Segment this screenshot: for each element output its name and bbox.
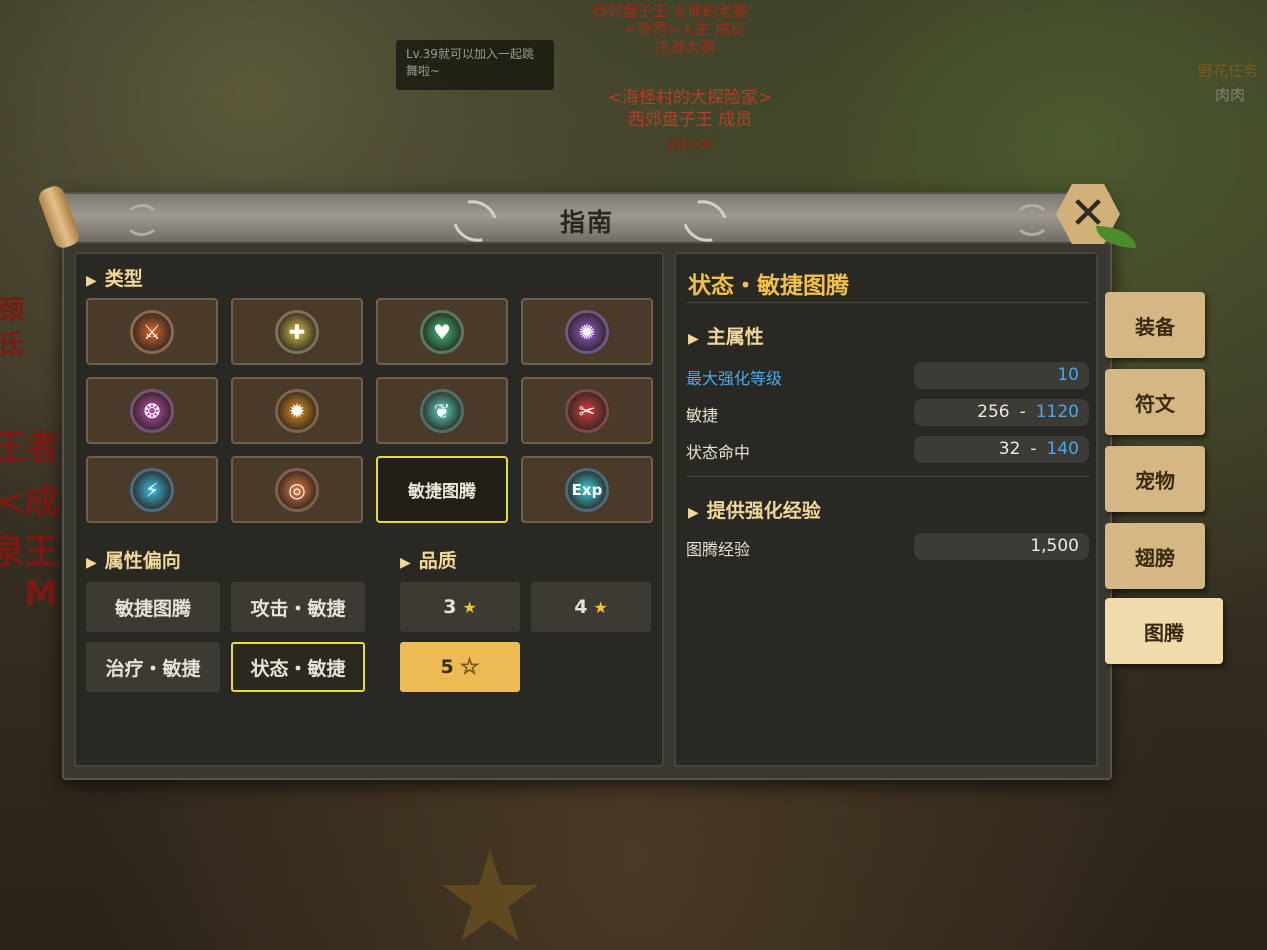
stat-label: 状态命中 [686,443,751,462]
stat-separator: - [1019,402,1026,422]
quality-button[interactable]: 5 ☆ [400,642,520,692]
stat-max: 1120 [1035,402,1079,422]
divider [686,302,1090,303]
attr-button[interactable]: 敏捷图腾 [86,582,220,632]
main-attr-header: ▶ 主属性 [688,326,764,348]
type-cell[interactable]: ✚ [231,298,363,365]
side-tab[interactable]: 装备 [1105,292,1205,358]
type-cell[interactable]: ❂ [86,377,218,444]
quality-number: 5 [440,656,454,678]
bg-left-bit-5: 泉王 [0,532,58,572]
stat-value: 10 [914,362,1089,389]
window-title: 指南 [559,208,614,237]
attr-button[interactable]: 攻击・敏捷 [231,582,365,632]
title-bar: 指南 [36,183,1110,251]
attr-button[interactable]: 状态・敏捷 [231,642,365,692]
type-cell[interactable]: ✺ [521,298,653,365]
crossed-blade-icon: ✂ [565,389,609,433]
bg-left-bit-3: 王者 [0,428,60,468]
bg-left-bit-6: M [24,574,58,614]
spiral-gem-icon: ✺ [565,310,609,354]
bg-guild-line-1: 西郊盘子王·太郎的老婆 [592,2,748,20]
bg-left-bit-1: 颈 [0,296,25,326]
burst-icon: ✹ [275,389,319,433]
exp-header: ▶ 提供强化经验 [688,500,821,522]
feather-icon: ❦ [420,389,464,433]
sword-icon: ⚔ [130,310,174,354]
starfish-decoration [442,850,538,941]
stat-max: 10 [1057,365,1079,385]
stat-max: 140 [1046,439,1079,459]
bg-guild2-line-1: <海怪村的大探险家> [607,88,773,108]
detail-title: 状态・敏捷图腾 [688,273,849,299]
stat-value: 32-140 [914,436,1089,463]
target-icon: ◎ [275,468,319,512]
attr-header: ▶ 属性偏向 [86,550,181,572]
side-tab[interactable]: 翅膀 [1105,523,1205,589]
bg-left-bit-2: 氐 [0,330,25,360]
type-cell[interactable]: ⚔ [86,298,218,365]
type-header: ▶ 类型 [86,268,143,290]
side-tab[interactable]: 宠物 [1105,446,1205,512]
stat-base: 256 [977,402,1010,422]
side-tab[interactable]: 图腾 [1105,598,1223,664]
bg-guild2-line-3: atree [667,134,713,154]
type-cell[interactable]: ◎ [231,456,363,523]
stat-label: 最大强化等级 [686,369,783,388]
type-cell[interactable]: ❦ [376,377,508,444]
type-cell-label: 敏捷图腾 [408,482,476,502]
bg-guild-line-2: <新秀>人生 成员 [625,20,745,38]
quality-number: 3 [443,596,457,618]
quality-header: ▶ 品质 [400,550,457,572]
shield-icon: ✚ [275,310,319,354]
bg-left-bit-4: <成 [0,482,59,522]
star-icon: ★ [593,597,608,617]
type-cell[interactable]: ♥ [376,298,508,365]
bg-guild-line-3: 决战太湖 [654,38,715,56]
stat-base: 32 [998,439,1021,459]
stat-value: 256-1120 [914,399,1089,426]
chat-bubble: Lv.39就可以加入一起跳舞啦~ [396,40,554,90]
heart-plus-icon: ♥ [420,310,464,354]
type-cell[interactable]: ✹ [231,377,363,444]
leaf-decoration [1096,226,1136,248]
wing-blade-icon: ⚡ [130,468,174,512]
bg-right-name: 肉肉 [1214,86,1245,104]
guide-window: 指南 ✕ ▶ 类型 ⚔ ✚ ♥ ✺ ❂ ✹ ❦ ✂ ⚡ ◎ 敏捷图腾 Exp ▶ 属性偏向 敏捷图腾 攻击・… [36,183,1136,780]
detail-panel: 状态・敏捷图腾 ▶ 主属性 最大强化等级 10 敏捷 256-1120 状态命中 32-14… [674,252,1098,767]
quality-button[interactable]: 4 ★ [531,582,651,632]
type-cell[interactable]: 敏捷图腾 [376,456,508,523]
triple-gem-icon: ❂ [130,389,174,433]
quality-button[interactable]: 3 ★ [400,582,520,632]
exp-icon: Exp [565,468,609,512]
filter-panel: ▶ 类型 ⚔ ✚ ♥ ✺ ❂ ✹ ❦ ✂ ⚡ ◎ 敏捷图腾 Exp ▶ 属性偏向 敏捷图腾 攻击・敏捷 治疗・… [74,252,664,767]
bg-guild2-line-2: 西郊盘子王 成员 [627,110,753,130]
type-cell[interactable]: Exp [521,456,653,523]
side-tab[interactable]: 符文 [1105,369,1205,435]
divider [686,476,1090,477]
exp-value: 1,500 [914,533,1089,560]
star-icon: ☆ [459,654,480,680]
exp-label: 图腾经验 [686,540,751,559]
bg-right-tag: 野花任务 [1197,62,1258,80]
type-cell[interactable]: ⚡ [86,456,218,523]
type-cell[interactable]: ✂ [521,377,653,444]
stat-label: 敏捷 [686,406,719,425]
quality-number: 4 [574,596,588,618]
star-icon: ★ [462,597,477,617]
attr-button[interactable]: 治疗・敏捷 [86,642,220,692]
stat-separator: - [1030,439,1037,459]
